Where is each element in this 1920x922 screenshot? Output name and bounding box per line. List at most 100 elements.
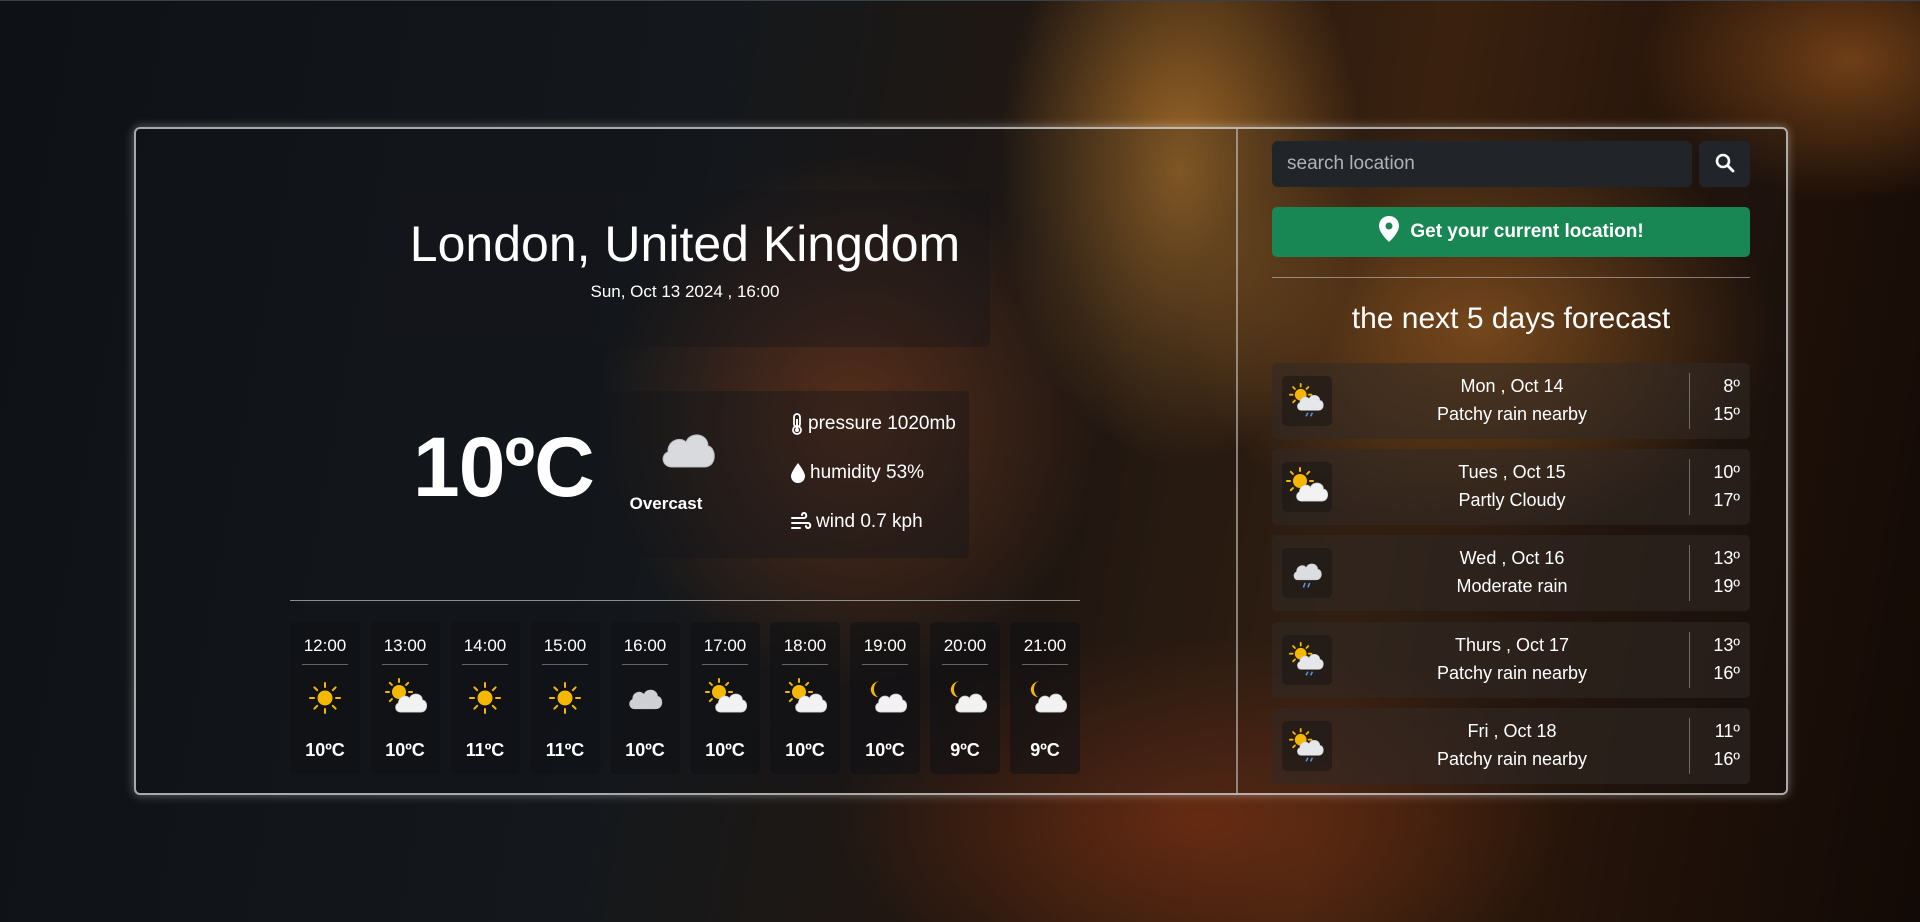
- hour-temperature: 10ºC: [865, 740, 905, 760]
- hour-card: 21:00 9ºC: [1010, 622, 1080, 774]
- hour-card: 15:00 11ºC: [530, 622, 600, 774]
- wind-value: wind 0.7 kph: [816, 511, 923, 532]
- hour-time: 16:00: [623, 636, 667, 655]
- panel-divider: [1236, 129, 1238, 793]
- forecast-condition: Patchy rain nearby: [1436, 663, 1588, 683]
- current-condition: Overcast: [629, 494, 703, 513]
- hour-time: 15:00: [543, 636, 587, 655]
- hour-temperature: 10ºC: [385, 740, 425, 760]
- hour-temperature: 9ºC: [1030, 740, 1060, 760]
- partly-cloudy-icon: [385, 678, 428, 718]
- sun-cloud-rain-icon: [1282, 635, 1332, 685]
- rain-cloud-icon: [1282, 548, 1332, 598]
- hour-time: 21:00: [1023, 636, 1067, 655]
- location-header: London, United Kingdom Sun, Oct 13 2024 …: [380, 190, 990, 347]
- map-pin-icon: [1378, 215, 1400, 249]
- hour-temperature: 9ºC: [950, 740, 980, 760]
- forecast-day: Tues , Oct 15 Partly Cloudy 10º 17º: [1272, 449, 1750, 525]
- hourly-forecast: 12:00 10ºC 13:00 10ºC 14:00 11ºC 15:00 1…: [290, 622, 1080, 774]
- hour-time: 12:00: [303, 636, 347, 655]
- night-cloudy-icon: [1025, 678, 1068, 718]
- hour-card: 16:00 10ºC: [610, 622, 680, 774]
- hourly-divider: [290, 600, 1080, 601]
- hour-temperature: 10ºC: [705, 740, 745, 760]
- forecast-title: the next 5 days forecast: [1351, 302, 1671, 335]
- wind-icon: [790, 511, 812, 533]
- hour-divider: [942, 664, 988, 665]
- night-cloudy-icon: [865, 678, 908, 718]
- cloud-icon: [625, 678, 665, 718]
- current-temperature: 10ºC: [413, 420, 595, 514]
- forecast-condition: Partly Cloudy: [1458, 490, 1566, 510]
- forecast-day: Mon , Oct 14 Patchy rain nearby 8º 15º: [1272, 363, 1750, 439]
- hour-temperature: 11ºC: [465, 740, 505, 760]
- forecast-condition: Patchy rain nearby: [1436, 749, 1588, 769]
- hour-time: 14:00: [463, 636, 507, 655]
- forecast-divider: [1689, 718, 1690, 774]
- sun-cloud-rain-icon: [1282, 721, 1332, 771]
- forecast-high: 15º: [1713, 404, 1740, 424]
- forecast-date: Tues , Oct 15: [1458, 462, 1566, 482]
- sun-cloud-rain-icon: [1282, 376, 1332, 426]
- hour-time: 20:00: [943, 636, 987, 655]
- forecast-divider: [1689, 545, 1690, 601]
- forecast-divider: [1689, 632, 1690, 688]
- forecast-low: 11º: [1714, 721, 1740, 741]
- current-weather-panel: 10ºC Overcast pressure 1020mb humidity 5…: [401, 391, 969, 558]
- forecast-low: 13º: [1713, 548, 1740, 568]
- right-panel-divider: [1272, 277, 1750, 278]
- hour-divider: [382, 664, 428, 665]
- hour-time: 19:00: [863, 636, 907, 655]
- hour-divider: [862, 664, 908, 665]
- forecast-day: Thurs , Oct 17 Patchy rain nearby 13º 16…: [1272, 622, 1750, 698]
- forecast-date: Wed , Oct 16: [1459, 548, 1565, 568]
- hour-temperature: 11ºC: [545, 740, 585, 760]
- hour-temperature: 10ºC: [785, 740, 825, 760]
- current-location-button[interactable]: Get your current location!: [1272, 207, 1750, 257]
- hour-divider: [782, 664, 828, 665]
- humidity-value: humidity 53%: [810, 462, 925, 483]
- forecast-date: Fri , Oct 18: [1467, 721, 1557, 741]
- hour-card: 12:00 10ºC: [290, 622, 360, 774]
- hour-divider: [302, 664, 348, 665]
- forecast-low: 10º: [1713, 462, 1740, 482]
- forecast-date: Thurs , Oct 17: [1454, 635, 1570, 655]
- night-cloudy-icon: [945, 678, 988, 718]
- pressure-stat: pressure 1020mb: [790, 413, 956, 435]
- hour-time: 18:00: [783, 636, 827, 655]
- search-input[interactable]: [1272, 141, 1692, 187]
- forecast-divider: [1689, 459, 1690, 515]
- hour-card: 18:00 10ºC: [770, 622, 840, 774]
- location-datetime: Sun, Oct 13 2024 , 16:00: [590, 282, 780, 301]
- overcast-cloud-icon: [658, 427, 718, 476]
- hour-divider: [622, 664, 668, 665]
- pressure-value: pressure 1020mb: [808, 413, 956, 434]
- forecast-day: Fri , Oct 18 Patchy rain nearby 11º 16º: [1272, 708, 1750, 784]
- partly-cloudy-icon: [705, 678, 748, 718]
- hour-card: 14:00 11ºC: [450, 622, 520, 774]
- hour-divider: [702, 664, 748, 665]
- browser-top-border: [0, 0, 1920, 1]
- hour-divider: [542, 664, 588, 665]
- forecast-condition: Patchy rain nearby: [1436, 404, 1588, 424]
- hour-temperature: 10ºC: [305, 740, 345, 760]
- sun-icon: [305, 678, 345, 718]
- search-button[interactable]: [1699, 141, 1750, 187]
- forecast-high: 17º: [1713, 490, 1740, 510]
- forecast-low: 13º: [1713, 635, 1740, 655]
- forecast-high: 16º: [1713, 749, 1740, 769]
- partly-cloudy-icon: [785, 678, 828, 718]
- thermometer-icon: [790, 413, 804, 435]
- hour-divider: [462, 664, 508, 665]
- sun-icon: [465, 678, 505, 718]
- hour-card: 13:00 10ºC: [370, 622, 440, 774]
- search-icon: [1715, 153, 1735, 176]
- forecast-day: Wed , Oct 16 Moderate rain 13º 19º: [1272, 535, 1750, 611]
- hour-divider: [1022, 664, 1068, 665]
- hour-time: 13:00: [383, 636, 427, 655]
- partly-cloudy-icon: [1282, 462, 1332, 512]
- hour-temperature: 10ºC: [625, 740, 665, 760]
- forecast-low: 8º: [1723, 376, 1740, 396]
- hour-card: 20:00 9ºC: [930, 622, 1000, 774]
- location-title: London, United Kingdom: [409, 216, 961, 272]
